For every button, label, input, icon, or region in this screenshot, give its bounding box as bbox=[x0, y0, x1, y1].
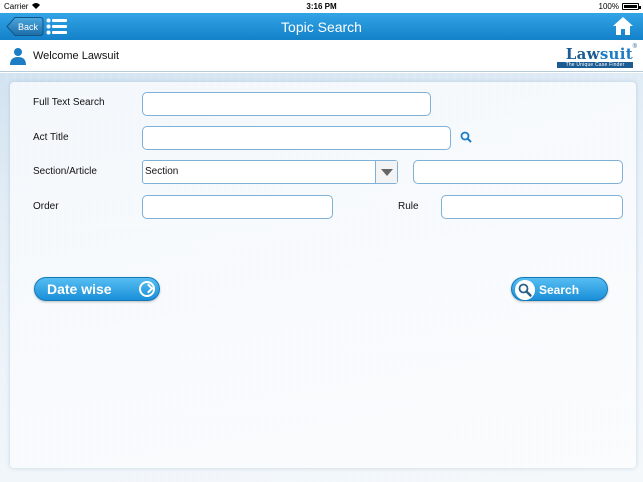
section-article-select[interactable]: Section bbox=[142, 160, 398, 184]
section-article-label: Section/Article bbox=[33, 166, 97, 177]
act-title-label: Act Title bbox=[33, 132, 69, 143]
nav-bar: Back Topic Search bbox=[0, 13, 643, 40]
rule-input[interactable] bbox=[441, 195, 623, 219]
lawsuit-logo: Lawsuit ® The Unique Case Finder bbox=[557, 44, 637, 69]
arrow-right-icon bbox=[139, 281, 155, 297]
battery-icon bbox=[622, 3, 641, 10]
date-wise-label: Date wise bbox=[47, 281, 112, 297]
full-text-search-input[interactable] bbox=[142, 92, 431, 116]
logo-registered-mark: ® bbox=[632, 44, 637, 50]
logo-name-part1: Law bbox=[565, 45, 600, 63]
act-title-input[interactable] bbox=[142, 126, 451, 150]
full-text-search-label: Full Text Search bbox=[33, 97, 105, 108]
order-input[interactable] bbox=[142, 195, 333, 219]
logo-tagline: The Unique Case Finder bbox=[557, 62, 633, 68]
date-wise-button[interactable]: Date wise bbox=[34, 277, 160, 301]
home-icon[interactable] bbox=[612, 16, 634, 36]
order-label: Order bbox=[33, 201, 59, 212]
page-title: Topic Search bbox=[281, 19, 362, 35]
chevron-down-icon[interactable] bbox=[375, 161, 397, 183]
logo-name-part2: suit bbox=[599, 45, 633, 63]
status-bar: Carrier 3:16 PM 100% bbox=[0, 0, 643, 13]
logo-wordmark: Lawsuit bbox=[566, 45, 633, 63]
search-icon bbox=[515, 280, 535, 300]
act-title-search-icon[interactable] bbox=[460, 131, 472, 143]
search-button[interactable]: Search bbox=[511, 277, 608, 301]
welcome-bar: Welcome Lawsuit Lawsuit ® The Unique Cas… bbox=[0, 40, 643, 72]
status-time: 3:16 PM bbox=[306, 2, 337, 11]
user-icon bbox=[10, 48, 26, 65]
search-label: Search bbox=[539, 283, 580, 297]
section-number-input[interactable] bbox=[413, 160, 623, 184]
section-selected-value: Section bbox=[145, 166, 179, 177]
welcome-text: Welcome Lawsuit bbox=[33, 50, 119, 62]
battery-percent: 100% bbox=[598, 2, 619, 11]
rule-label: Rule bbox=[398, 201, 419, 212]
